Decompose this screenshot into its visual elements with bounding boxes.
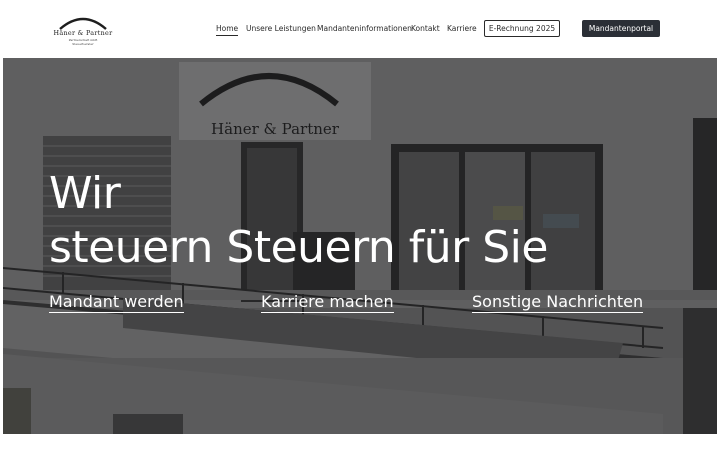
hero-headline-line-2: steuern Steuern für Sie bbox=[49, 222, 548, 273]
hero-headline-line-1: Wir bbox=[49, 168, 121, 219]
erechnung-button[interactable]: E-Rechnung 2025 bbox=[484, 20, 560, 37]
logo-wordmark: Häner & Partner bbox=[53, 29, 113, 37]
nav-item-karriere[interactable]: Karriere bbox=[447, 23, 477, 35]
nav-item-mandanteninformationen[interactable]: Mandanteninformationen bbox=[317, 23, 412, 35]
page-bottom-strip bbox=[0, 434, 720, 450]
site-header: Häner & Partner Partnerschaft mbB Steuer… bbox=[0, 0, 720, 58]
nav-item-leistungen[interactable]: Unsere Leistungen bbox=[246, 23, 316, 35]
hero-link-karriere-machen[interactable]: Karriere machen bbox=[261, 292, 394, 313]
hero-link-sonstige-nachrichten[interactable]: Sonstige Nachrichten bbox=[472, 292, 644, 313]
nav-item-home[interactable]: Home bbox=[216, 23, 239, 36]
brand-logo[interactable]: Häner & Partner Partnerschaft mbB Steuer… bbox=[50, 13, 116, 47]
nav-item-kontakt[interactable]: Kontakt bbox=[411, 23, 440, 35]
mandantenportal-button[interactable]: Mandantenportal bbox=[582, 20, 660, 37]
hero-link-mandant-werden[interactable]: Mandant werden bbox=[49, 292, 184, 313]
logo-subline-2: Steuerberater bbox=[72, 42, 94, 46]
hero-section: Häner & Partner Wir steuern Steuern für … bbox=[3, 58, 717, 434]
